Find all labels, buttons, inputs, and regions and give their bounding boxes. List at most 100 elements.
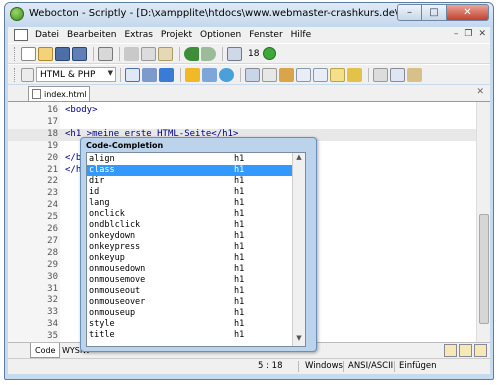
home-icon[interactable] <box>279 67 294 82</box>
tag-assistant-icon[interactable] <box>125 67 140 82</box>
doc-minimize-button[interactable]: – <box>454 29 459 39</box>
completion-item[interactable]: style h1 <box>87 319 293 330</box>
tools-icon[interactable] <box>407 67 422 82</box>
star-icon[interactable] <box>185 67 200 82</box>
completion-item-name: class <box>89 165 115 175</box>
layout-single-icon[interactable] <box>444 344 457 357</box>
grid-icon[interactable] <box>296 67 311 82</box>
list-icon[interactable] <box>262 67 277 82</box>
scroll-up-icon[interactable]: ▲ <box>293 153 305 165</box>
editor-scrollbar[interactable] <box>476 102 490 342</box>
print-icon[interactable] <box>98 46 113 61</box>
new-file-icon[interactable] <box>21 46 36 61</box>
completion-item-name: align <box>89 154 115 164</box>
highlight-icon[interactable] <box>347 67 362 82</box>
minimize-button[interactable]: – <box>397 4 422 21</box>
menu-hilfe[interactable]: Hilfe <box>287 30 315 40</box>
cut-icon[interactable] <box>124 46 139 61</box>
layout-split-icon[interactable] <box>459 344 472 357</box>
language-select[interactable]: HTML & PHP ▼ <box>36 67 116 82</box>
menu-fenster[interactable]: Fenster <box>245 30 286 40</box>
completion-item[interactable]: ondblclick h1 <box>87 220 293 231</box>
arrow-right-icon[interactable] <box>159 67 174 82</box>
tab-code-view[interactable]: Code <box>30 343 61 358</box>
layout-buttons <box>444 344 487 357</box>
line-number: 26 <box>47 224 58 234</box>
toolbar-grip[interactable] <box>14 46 17 61</box>
close-button[interactable]: ✕ <box>447 4 489 21</box>
table-icon[interactable] <box>142 67 157 82</box>
completion-item[interactable]: onmousemove h1 <box>87 275 293 286</box>
completion-item[interactable]: align h1 <box>87 154 293 165</box>
open-folder-icon[interactable] <box>38 46 53 61</box>
completion-item[interactable]: onmousedown h1 <box>87 264 293 275</box>
toolbar-grip[interactable] <box>14 67 17 82</box>
tab-index-html[interactable]: index.html <box>28 86 90 101</box>
line-number: 33 <box>47 307 58 318</box>
completion-item[interactable]: onmouseup h1 <box>87 308 293 319</box>
save-icon[interactable] <box>55 46 70 61</box>
completion-item[interactable]: dir h1 <box>87 176 293 187</box>
completion-item-tag: h1 <box>234 264 245 274</box>
scroll-down-icon[interactable]: ▼ <box>293 334 305 346</box>
completion-item[interactable]: onmouseover h1 <box>87 297 293 308</box>
image-icon[interactable] <box>390 67 405 82</box>
doc-close-button[interactable]: ✕ <box>478 29 486 39</box>
insert-icon[interactable] <box>202 67 217 82</box>
search-icon[interactable] <box>227 46 242 61</box>
frame-icon[interactable] <box>313 67 328 82</box>
menu-projekt[interactable]: Projekt <box>157 30 196 40</box>
form-icon[interactable] <box>330 67 345 82</box>
completion-item-name: onkeydown <box>89 231 136 241</box>
line-number: 35 <box>47 331 58 342</box>
copy-icon[interactable] <box>141 46 156 61</box>
completion-item[interactable]: onclick h1 <box>87 209 293 220</box>
menu-extras[interactable]: Extras <box>120 30 156 40</box>
completion-item[interactable]: onkeyup h1 <box>87 253 293 264</box>
undo-icon[interactable] <box>184 46 199 61</box>
status-bar: 5 : 18 Windows ANSI/ASCII Einfügen <box>8 358 490 374</box>
window-controls: – □ ✕ <box>397 4 489 21</box>
line-number: 16 <box>47 105 58 115</box>
code-line[interactable]: 16 <body> <box>8 105 490 117</box>
completion-item[interactable]: id h1 <box>87 187 293 198</box>
code-line[interactable]: 17 <box>8 117 490 129</box>
line-number: 28 <box>47 247 58 258</box>
completion-item[interactable]: class h1 <box>87 165 293 176</box>
completion-item[interactable]: title h1 <box>87 330 293 341</box>
menu-datei[interactable]: Datei <box>31 30 63 40</box>
toolbar-separator <box>119 46 120 61</box>
title-bar[interactable]: Webocton - Scriptly - [D:\xampplite\htdo… <box>5 3 493 27</box>
doc-restore-button[interactable]: ❐ <box>464 29 472 39</box>
completion-item-tag: h1 <box>234 286 245 296</box>
html-file-icon <box>32 89 41 99</box>
menu-optionen[interactable]: Optionen <box>196 30 245 40</box>
completion-item-name: onmouseover <box>89 297 146 307</box>
completion-item-name: onmouseup <box>89 308 136 318</box>
status-divider <box>298 361 299 372</box>
line-number: 32 <box>47 295 58 306</box>
completion-item[interactable]: onkeydown h1 <box>87 231 293 242</box>
globe-icon[interactable] <box>219 67 234 82</box>
completion-item[interactable]: onmouseout h1 <box>87 286 293 297</box>
toolbar-separator <box>222 46 223 61</box>
format-icon[interactable] <box>245 67 260 82</box>
options-icon[interactable] <box>373 67 388 82</box>
layout-grid-icon[interactable] <box>474 344 487 357</box>
scrollbar-thumb[interactable] <box>479 214 489 324</box>
line-number: 34 <box>47 319 58 330</box>
completion-item-tag: h1 <box>234 198 245 208</box>
document-icon[interactable] <box>14 29 28 41</box>
save-all-icon[interactable] <box>72 46 87 61</box>
completion-scrollbar[interactable]: ▲ ▼ <box>292 153 305 346</box>
completion-item[interactable]: lang h1 <box>87 198 293 209</box>
redo-icon[interactable] <box>201 46 216 61</box>
maximize-button[interactable]: □ <box>422 4 447 21</box>
menu-bearbeiten[interactable]: Bearbeiten <box>63 30 120 40</box>
close-tab-icon[interactable]: ✕ <box>476 87 484 97</box>
font-size-value[interactable]: 18 <box>248 49 259 59</box>
toolbar-separator <box>93 46 94 61</box>
go-icon[interactable] <box>263 47 277 60</box>
completion-item[interactable]: onkeypress h1 <box>87 242 293 253</box>
paste-icon[interactable] <box>158 46 173 61</box>
